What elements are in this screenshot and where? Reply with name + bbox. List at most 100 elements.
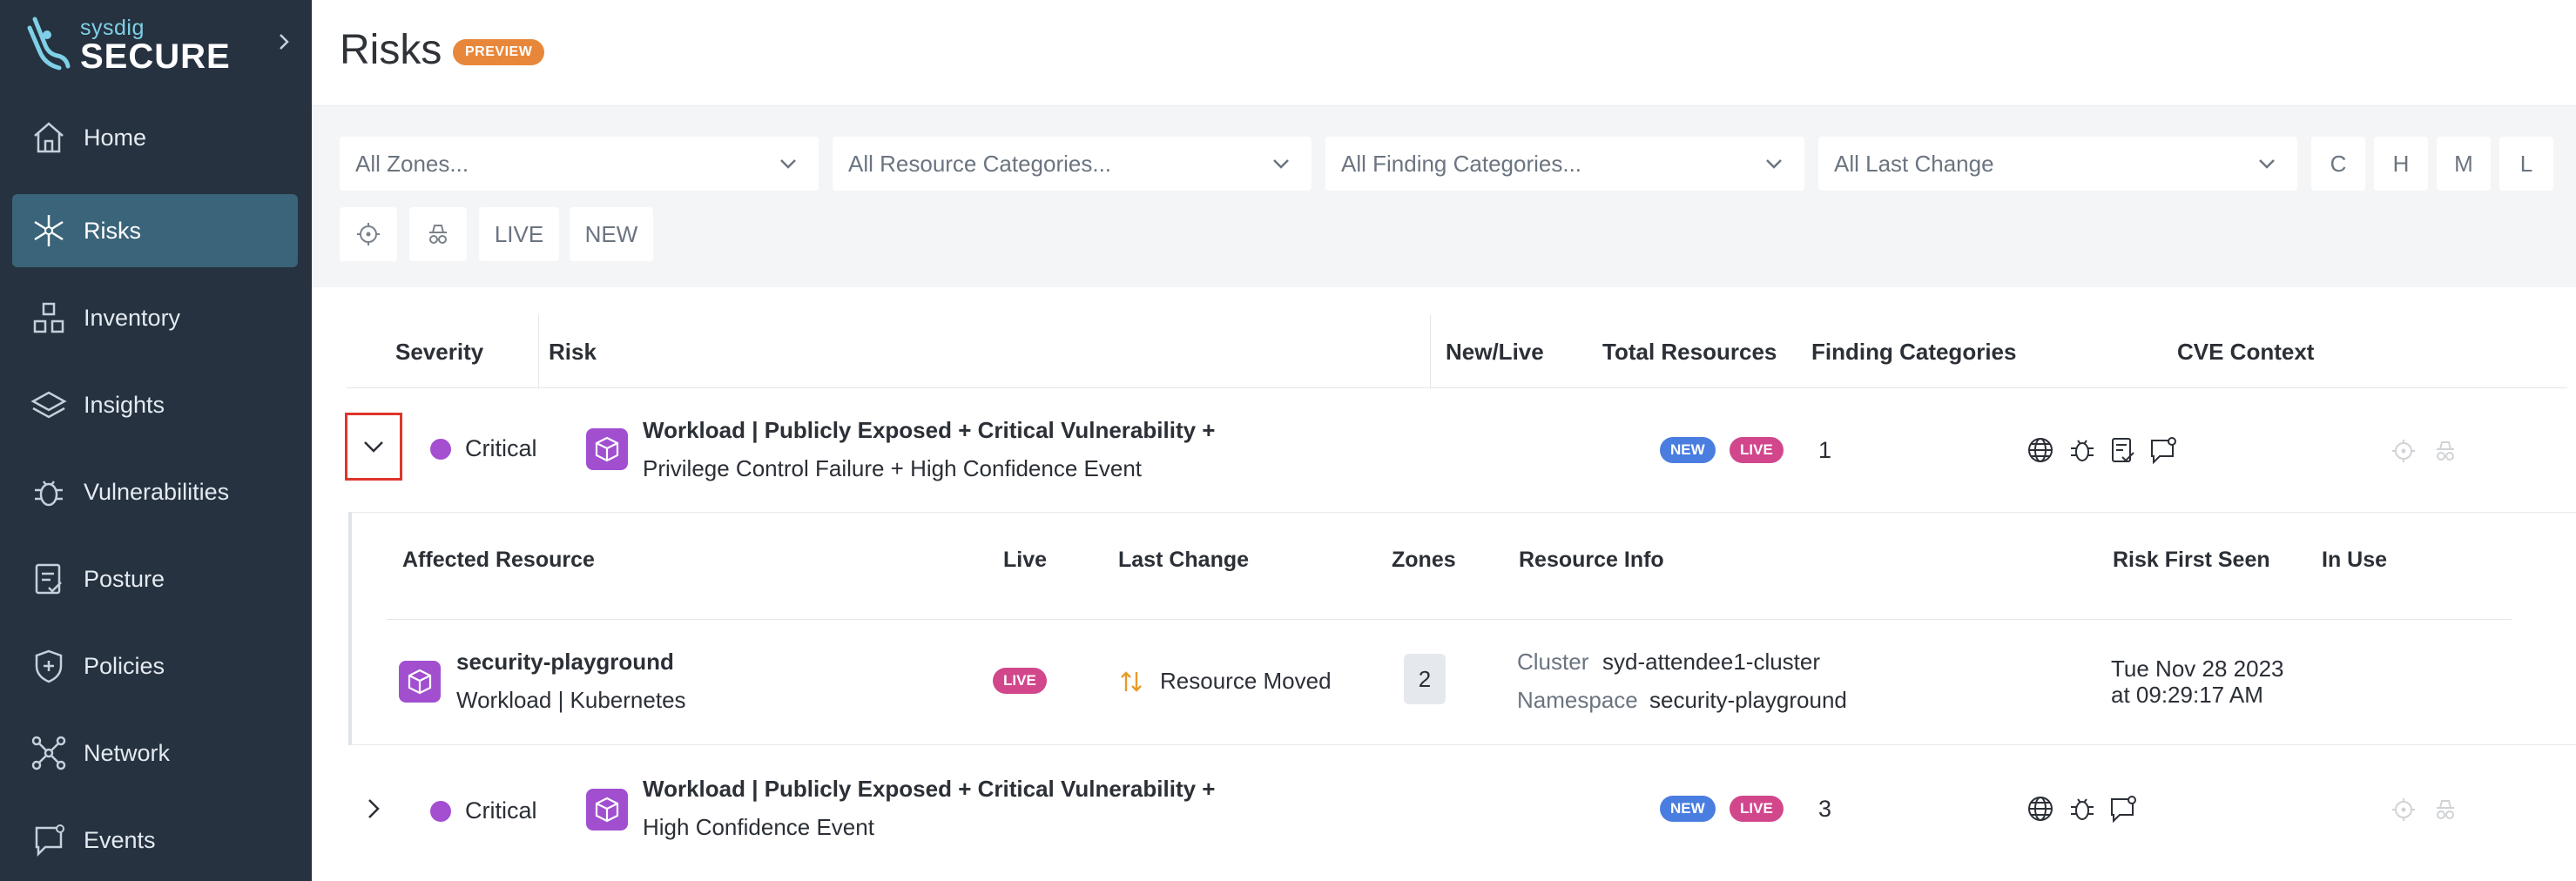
new-filter-button[interactable]: NEW [570, 207, 653, 261]
page-title: Risks [340, 27, 442, 73]
risks-icon [28, 210, 70, 252]
column-severity[interactable]: Severity [395, 315, 483, 388]
sidebar-item-label: Policies [84, 652, 165, 679]
risk-first-seen: Tue Nov 28 2023 at 09:29:17 AM [2111, 656, 2284, 708]
cluster-value: syd-attendee1-cluster [1602, 649, 1821, 675]
chevron-right-icon[interactable] [272, 30, 296, 54]
posture-icon [2112, 438, 2134, 462]
sidebar-item-inventory[interactable]: Inventory [12, 281, 298, 354]
exploitable-filter-button[interactable] [409, 207, 467, 261]
column-cve-context[interactable]: CVE Context [2177, 315, 2314, 388]
zones-count-badge[interactable]: 2 [1404, 654, 1446, 704]
events-icon [28, 819, 70, 861]
risk-description[interactable]: Workload | Publicly Exposed + Critical V… [643, 411, 1215, 488]
severity-low-button[interactable]: L [2499, 137, 2553, 191]
risks-table-header: Severity Risk New/Live Total Resources F… [347, 315, 2567, 388]
resource-type: Workload | Kubernetes [456, 687, 686, 713]
chevron-down-icon [1273, 159, 1289, 169]
column-divider [1430, 315, 1431, 388]
filter-bar: All Zones... All Resource Categories... … [312, 106, 2576, 287]
severity-label: Critical [465, 797, 537, 824]
bug-icon [28, 471, 70, 513]
network-icon [28, 732, 70, 774]
chevron-down-icon [2259, 159, 2275, 169]
column-zones[interactable]: Zones [1392, 548, 1456, 573]
namespace-value: security-playground [1649, 687, 1847, 713]
column-total-resources[interactable]: Total Resources [1602, 315, 1777, 388]
chevron-down-icon [780, 159, 796, 169]
sysdig-logo-icon [27, 17, 71, 71]
zones-select[interactable]: All Zones... [340, 137, 819, 191]
severity-critical-button[interactable]: C [2311, 137, 2365, 191]
resource-categories-select[interactable]: All Resource Categories... [833, 137, 1312, 191]
chevron-down-icon [1766, 159, 1782, 169]
sidebar-item-risks[interactable]: Risks [12, 194, 298, 267]
risk-title: Workload | Publicly Exposed + Critical V… [643, 776, 1216, 802]
resource-categories-value: All Resource Categories... [848, 150, 1112, 177]
last-change-select[interactable]: All Last Change [1818, 137, 2297, 191]
sidebar-item-label: Risks [84, 217, 141, 244]
severity-medium-button[interactable]: M [2437, 137, 2491, 191]
column-live[interactable]: Live [1003, 548, 1047, 573]
finding-categories-value: All Finding Categories... [1341, 150, 1582, 177]
home-icon [28, 117, 70, 158]
affected-resources-panel: Affected Resource Live Last Change Zones… [348, 512, 2576, 745]
swap-arrows-icon [1121, 670, 1142, 692]
new-badge: NEW [1660, 796, 1716, 822]
sidebar-item-posture[interactable]: Posture [12, 542, 298, 615]
sidebar-item-network[interactable]: Network [12, 716, 298, 790]
in-use-filter-button[interactable] [340, 207, 397, 261]
first-seen-time: at 09:29:17 AM [2111, 682, 2263, 708]
live-badge: LIVE [993, 668, 1047, 694]
page-header: Risks PREVIEW [312, 0, 2576, 106]
critical-dot [430, 438, 451, 460]
sidebar-item-home[interactable]: Home [12, 101, 298, 174]
new-badge: NEW [1660, 437, 1716, 463]
in-use-icon [2392, 798, 2415, 821]
column-new-live[interactable]: New/Live [1446, 315, 1544, 388]
column-risk-first-seen[interactable]: Risk First Seen [2113, 548, 2270, 573]
namespace-label: Namespace [1517, 687, 1638, 713]
sidebar-item-insights[interactable]: Insights [12, 368, 298, 441]
column-risk[interactable]: Risk [549, 315, 597, 388]
workload-cube-icon [399, 661, 441, 703]
severity-high-button[interactable]: H [2374, 137, 2428, 191]
critical-dot [430, 800, 451, 822]
column-in-use[interactable]: In Use [2322, 548, 2387, 573]
risk-subtitle: Privilege Control Failure + High Confide… [643, 455, 1143, 481]
column-last-change[interactable]: Last Change [1118, 548, 1249, 573]
sidebar-item-label: Events [84, 826, 156, 853]
in-use-icon [2392, 440, 2415, 462]
brand-big-text: SECURE [80, 37, 231, 76]
sidebar-item-policies[interactable]: Policies [12, 629, 298, 703]
finding-categories-select[interactable]: All Finding Categories... [1325, 137, 1804, 191]
preview-badge: PREVIEW [453, 39, 545, 65]
live-badge: LIVE [1730, 437, 1784, 463]
row-collapse-button[interactable] [345, 413, 402, 481]
sidebar-item-vulnerabilities[interactable]: Vulnerabilities [12, 455, 298, 528]
column-resource-info[interactable]: Resource Info [1519, 548, 1664, 573]
risk-description[interactable]: Workload | Publicly Exposed + Critical V… [643, 770, 1215, 846]
severity-indicator: Critical [430, 435, 537, 462]
globe-icon [2028, 438, 2053, 462]
inventory-icon [28, 297, 70, 339]
exploit-icon [2437, 441, 2454, 461]
globe-icon [2028, 797, 2053, 821]
exploit-icon [2437, 800, 2454, 819]
risk-subtitle: High Confidence Event [643, 814, 874, 840]
brand-logo[interactable]: sysdig SECURE [26, 14, 296, 77]
resource-name-link[interactable]: security-playground [456, 649, 674, 676]
column-finding-categories[interactable]: Finding Categories [1811, 315, 2016, 388]
total-resources-count: 3 [1818, 796, 1832, 822]
sidebar: sysdig SECURE Home Risks Inventory Insig… [0, 0, 312, 881]
chevron-down-icon [364, 441, 383, 453]
event-icon [2151, 437, 2176, 465]
column-divider [538, 315, 539, 388]
sidebar-item-label: Home [84, 124, 147, 151]
column-affected-resource[interactable]: Affected Resource [402, 548, 595, 573]
chevron-right-icon [368, 799, 380, 818]
live-filter-button[interactable]: LIVE [479, 207, 559, 261]
sidebar-item-events[interactable]: Events [12, 804, 298, 877]
bug-icon [2071, 798, 2094, 820]
row-expand-button[interactable] [345, 775, 402, 843]
